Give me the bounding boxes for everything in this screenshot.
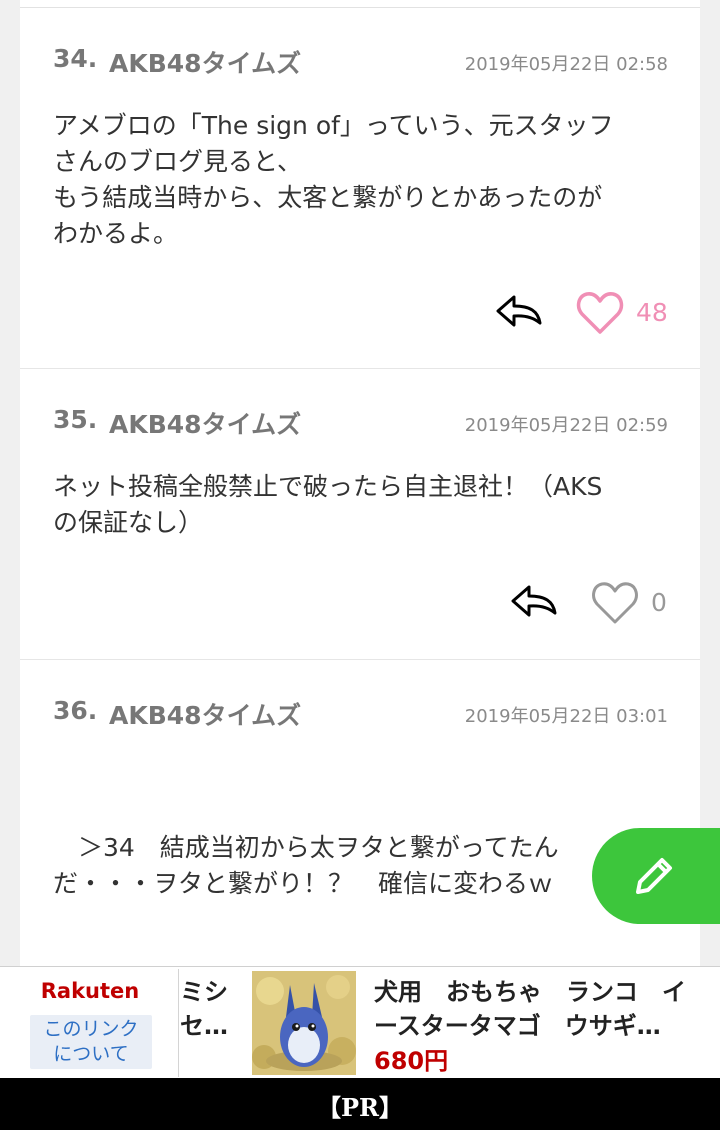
- comment-card: 35. AKB48タイムズ 2019年05月22日 02:59 ネット投稿全般禁…: [20, 369, 700, 660]
- comment-card: 36. AKB48タイムズ 2019年05月22日 03:01 ＞34 結成当初…: [20, 660, 700, 967]
- comment-date: 2019年05月22日 02:59: [464, 415, 668, 436]
- comment-card: 34. AKB48タイムズ 2019年05月22日 02:58 アメブロの「Th…: [20, 8, 700, 369]
- rakuten-box: Rakuten このリンク について: [2, 969, 179, 1077]
- like-count: 0: [651, 588, 667, 617]
- product-price: 680円: [374, 1047, 449, 1075]
- compose-button[interactable]: [592, 828, 720, 924]
- about-link-label: このリンク について: [43, 1018, 139, 1065]
- previous-ad-text[interactable]: ミシ セ…: [180, 975, 246, 1043]
- ad-banner[interactable]: Rakuten このリンク について ミシ セ… 犬用 おもちゃ ランコ イース…: [0, 966, 720, 1080]
- comment-number: 34.: [53, 44, 98, 73]
- comment-body: ＞34 結成当初から太ヲタと繋がってたん だ・・・ヲタと繋がり！？ 確信に変わる…: [53, 833, 559, 898]
- product-image[interactable]: [252, 971, 356, 1075]
- comment-author: AKB48タイムズ: [109, 410, 302, 439]
- about-link-button[interactable]: このリンク について: [30, 1015, 152, 1069]
- pencil-icon: [636, 858, 672, 894]
- comment-body: アメブロの「The sign of」っていう、元スタッフ さんのブログ見ると、 …: [53, 111, 614, 248]
- comment-header: 36. AKB48タイムズ 2019年05月22日 03:01: [53, 696, 668, 730]
- comment-number: 35.: [53, 405, 98, 434]
- rakuten-logo: Rakuten: [40, 979, 140, 1003]
- like-heart-icon[interactable]: [576, 290, 624, 336]
- comment-header: 35. AKB48タイムズ 2019年05月22日 02:59: [53, 405, 668, 439]
- comment-number: 36.: [53, 696, 98, 725]
- comment-date: 2019年05月22日 02:58: [464, 54, 668, 75]
- comment-author: AKB48タイムズ: [109, 49, 302, 78]
- comment-header: 34. AKB48タイムズ 2019年05月22日 02:58: [53, 44, 668, 78]
- reply-icon[interactable]: [509, 581, 559, 621]
- reply-icon[interactable]: [494, 291, 544, 331]
- previous-card-edge: [20, 0, 700, 8]
- comment-author: AKB48タイムズ: [109, 701, 302, 730]
- comment-body: ネット投稿全般禁止で破ったら自主退社！（AKS の保証なし）: [53, 472, 603, 537]
- like-heart-icon[interactable]: [591, 580, 639, 626]
- product-title[interactable]: 犬用 おもちゃ ランコ イースタータマゴ ウサギ…: [374, 975, 704, 1043]
- comment-date: 2019年05月22日 03:01: [464, 706, 668, 727]
- comment-feed: 34. AKB48タイムズ 2019年05月22日 02:58 アメブロの「Th…: [0, 0, 720, 967]
- like-count: 48: [636, 298, 668, 327]
- pr-bar: 【PR】: [0, 1078, 720, 1130]
- pr-label: 【PR】: [317, 1093, 403, 1122]
